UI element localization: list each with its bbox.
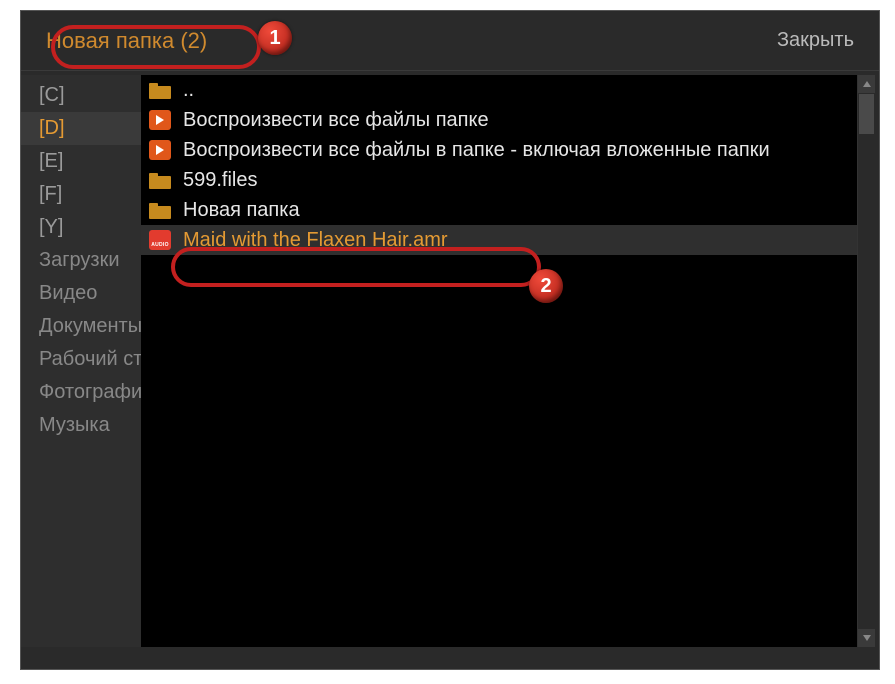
file-label: Maid with the Flaxen Hair.amr <box>183 225 448 255</box>
file-row[interactable]: Maid with the Flaxen Hair.amr <box>141 225 857 255</box>
sidebar-drive[interactable]: [C] <box>39 79 141 112</box>
scrollbar-thumb[interactable] <box>859 94 874 134</box>
folder-icon <box>149 200 171 220</box>
sidebar-drive[interactable]: [E] <box>39 145 141 178</box>
scroll-up-button[interactable] <box>858 75 875 93</box>
sidebar-place[interactable]: Рабочий стол <box>39 343 141 376</box>
sidebar-place[interactable]: Загрузки <box>39 244 141 277</box>
play-icon <box>149 140 171 160</box>
file-label: .. <box>183 75 194 105</box>
file-list: ..Воспроизвести все файлы папкеВоспроизв… <box>141 75 857 647</box>
file-area: ..Воспроизвести все файлы папкеВоспроизв… <box>141 75 875 647</box>
sidebar-place[interactable]: Фотографии <box>39 376 141 409</box>
body: [C][D][E][F][Y]ЗагрузкиВидеоДокументыРаб… <box>21 71 879 651</box>
scrollbar-track[interactable] <box>858 135 875 629</box>
file-row[interactable]: 599.files <box>141 165 857 195</box>
file-row[interactable]: Воспроизвести все файлы в папке - включа… <box>141 135 857 165</box>
file-label: 599.files <box>183 165 258 195</box>
close-button[interactable]: Закрыть <box>777 29 854 52</box>
sidebar: [C][D][E][F][Y]ЗагрузкиВидеоДокументыРаб… <box>21 75 141 647</box>
file-row[interactable]: Воспроизвести все файлы папке <box>141 105 857 135</box>
sidebar-place[interactable]: Видео <box>39 277 141 310</box>
file-label: Воспроизвести все файлы в папке - включа… <box>183 135 770 165</box>
current-folder-title: Новая папка (2) <box>46 28 207 54</box>
file-row[interactable]: .. <box>141 75 857 105</box>
sidebar-drive[interactable]: [F] <box>39 178 141 211</box>
scrollbar[interactable] <box>857 75 875 647</box>
file-label: Новая папка <box>183 195 300 225</box>
file-row[interactable]: Новая папка <box>141 195 857 225</box>
audio-icon <box>149 230 171 250</box>
sidebar-drive[interactable]: [D] <box>21 112 141 145</box>
header: Новая папка (2) Закрыть <box>21 11 879 71</box>
file-label: Воспроизвести все файлы папке <box>183 105 489 135</box>
folder-icon <box>149 80 171 100</box>
file-browser-window: Новая папка (2) Закрыть [C][D][E][F][Y]З… <box>20 10 880 670</box>
sidebar-place[interactable]: Документы <box>39 310 141 343</box>
sidebar-drive[interactable]: [Y] <box>39 211 141 244</box>
scroll-down-button[interactable] <box>858 629 875 647</box>
sidebar-place[interactable]: Музыка <box>39 409 141 442</box>
folder-icon <box>149 170 171 190</box>
play-icon <box>149 110 171 130</box>
